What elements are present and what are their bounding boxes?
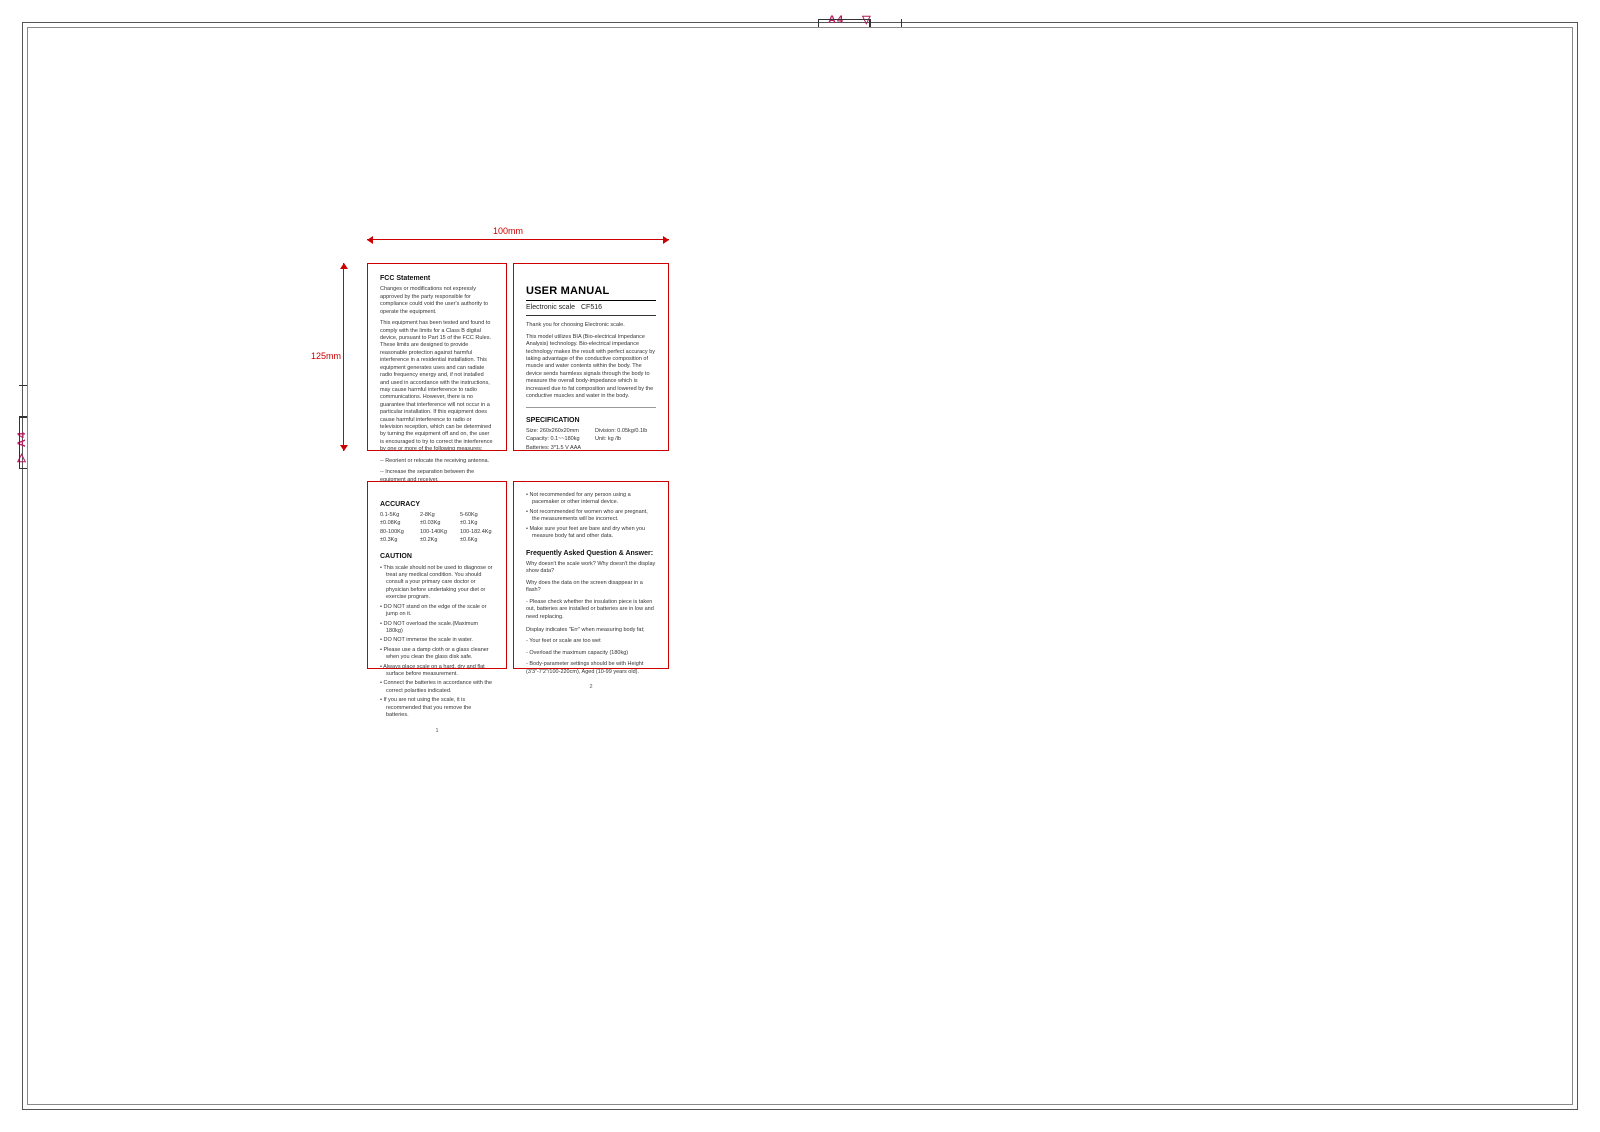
note-item: Not recommended for women who are pregna… [526, 509, 656, 524]
product-name: Electronic scale [526, 304, 575, 311]
manual-subtitle: Electronic scale CF516 [526, 303, 656, 316]
panel-faq: Not recommended for any person using a p… [513, 481, 669, 669]
spec-capacity: Capacity: 0.1~~180kg [526, 436, 587, 443]
manual-title: USER MANUAL [526, 284, 656, 301]
divider [526, 407, 656, 408]
fcc-paragraph: Changes or modifications not expressly a… [380, 286, 494, 316]
fcc-bullet: -- Reorient or relocate the receiving an… [380, 458, 494, 465]
panel-cover: USER MANUAL Electronic scale CF516 Thank… [513, 263, 669, 451]
caution-item: This scale should not be used to diagnos… [380, 565, 494, 602]
ruler-left-seg [19, 385, 27, 417]
err-item: - Body-parameter settings should be with… [526, 661, 656, 676]
spec-unit: Unit: kg /lb [595, 436, 656, 443]
accuracy-cell: 2-8Kg ±0.03Kg [420, 512, 454, 527]
dimension-vertical [343, 263, 344, 451]
faq-question: Why doesn't the scale work? Why doesn't … [526, 561, 656, 576]
ruler-top-seg [870, 19, 902, 27]
dimension-vertical-label: 125mm [311, 351, 341, 361]
bia-description: This model utilizes BIA (Bio-electrical … [526, 334, 656, 401]
caution-item: DO NOT immerse the scale in water. [380, 637, 494, 644]
page-number: 2 [526, 684, 656, 691]
faq-answer: - Please check whether the insulation pi… [526, 599, 656, 621]
caution-item: DO NOT overload the scale.(Maximum 180kg… [380, 621, 494, 636]
accuracy-grid: 0.1-5Kg ±0.08Kg 2-8Kg ±0.03Kg 5-60Kg ±0.… [380, 512, 494, 544]
dimension-horizontal [367, 239, 669, 240]
accuracy-cell: 0.1-5Kg ±0.08Kg [380, 512, 414, 527]
model-number: CF516 [581, 304, 602, 311]
drawing-outer-frame: A4 ▽ ▽ A4 100mm 125mm FCC Statement Chan… [22, 22, 1578, 1110]
fcc-title: FCC Statement [380, 274, 494, 283]
specification-heading: SPECIFICATION [526, 416, 656, 425]
caution-heading: CAUTION [380, 552, 494, 561]
err-item: - Your feet or scale are too wet [526, 638, 656, 645]
page-number: 1 [380, 728, 494, 735]
accuracy-cell: 100-182.4Kg ±0.6Kg [460, 529, 494, 544]
ruler-top-seg [818, 19, 870, 27]
faq-heading: Frequently Asked Question & Answer: [526, 549, 656, 558]
specification-grid: Size: 260x260x20mm Division: 0.05kg/0.1l… [526, 428, 656, 452]
err-heading: Display indicates "Err" when measuring b… [526, 627, 656, 634]
dimension-horizontal-label: 100mm [493, 226, 523, 236]
panel-fcc: FCC Statement Changes or modifications n… [367, 263, 507, 451]
spec-size: Size: 260x260x20mm [526, 428, 587, 435]
spec-division: Division: 0.05kg/0.1lb [595, 428, 656, 435]
note-item: Make sure your feet are bare and dry whe… [526, 526, 656, 541]
panel-accuracy-caution: ACCURACY 0.1-5Kg ±0.08Kg 2-8Kg ±0.03Kg 5… [367, 481, 507, 669]
faq-question: Why does the data on the screen disappea… [526, 580, 656, 595]
note-item: Not recommended for any person using a p… [526, 492, 656, 507]
caution-item: Always place scale on a hard, dry and fl… [380, 664, 494, 679]
accuracy-cell: 100-140Kg ±0.2Kg [420, 529, 454, 544]
caution-item: DO NOT stand on the edge of the scale or… [380, 604, 494, 619]
intro-line: Thank you for choosing Electronic scale. [526, 322, 656, 329]
caution-item: Connect the batteries in accordance with… [380, 680, 494, 695]
accuracy-cell: 5-60Kg ±0.1Kg [460, 512, 494, 527]
spec-batteries: Batteries: 3*1.5 V AAA [526, 445, 587, 452]
drawing-inner-frame [27, 27, 1573, 1105]
err-item: - Overload the maximum capacity (180kg) [526, 650, 656, 657]
caution-item: Please use a damp cloth or a glass clean… [380, 647, 494, 662]
accuracy-heading: ACCURACY [380, 500, 494, 509]
accuracy-cell: 80-100Kg ±0.3Kg [380, 529, 414, 544]
notes-list: Not recommended for any person using a p… [526, 492, 656, 541]
ruler-left-seg [19, 417, 27, 469]
fcc-paragraph: This equipment has been tested and found… [380, 320, 494, 454]
caution-list: This scale should not be used to diagnos… [380, 565, 494, 720]
caution-item: If you are not using the scale, it is re… [380, 697, 494, 719]
